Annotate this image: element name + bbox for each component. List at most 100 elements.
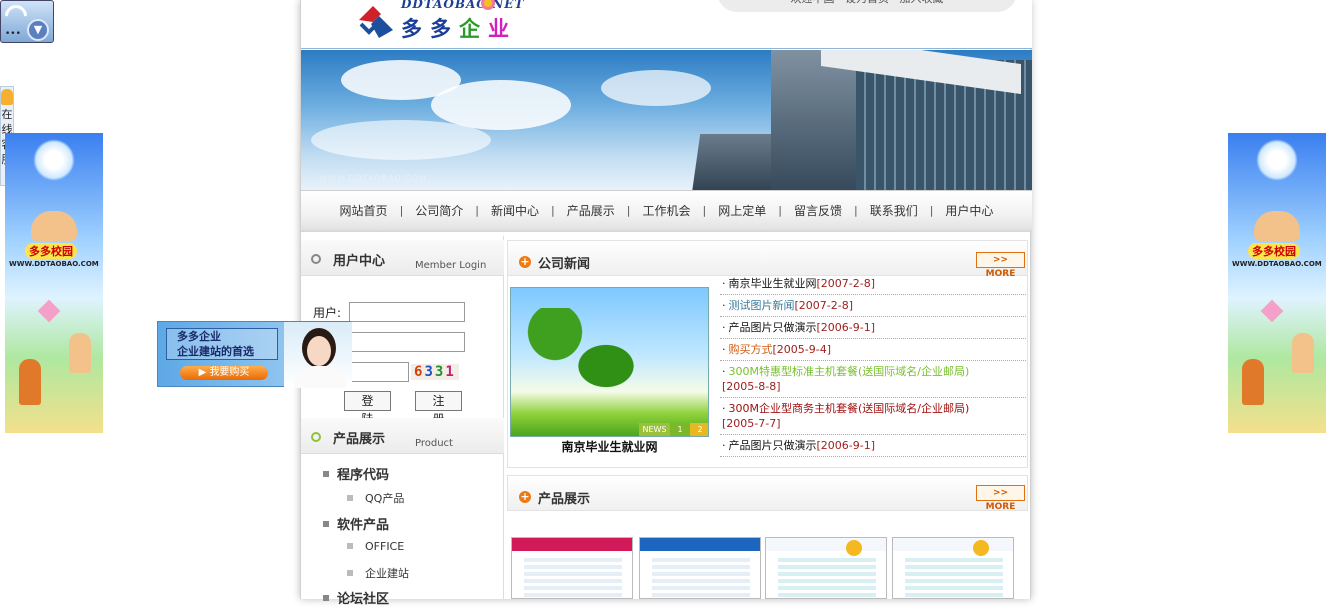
product-thumbnail[interactable] xyxy=(511,537,633,599)
side-ad-title: 多多校园 xyxy=(1248,243,1300,259)
category-item[interactable]: 程序代码 xyxy=(323,464,389,483)
float-ad-line1: 多多企业 xyxy=(177,330,221,343)
subcategory-item[interactable]: 企业建站 xyxy=(347,565,409,581)
sunflower-icon xyxy=(973,540,989,556)
nav-item-order[interactable]: 网上定单 xyxy=(706,202,778,219)
buy-now-label: 我要购买 xyxy=(209,367,250,378)
username-label: 用户: xyxy=(313,306,342,320)
product-thumbnail[interactable] xyxy=(765,537,887,599)
cloud-shape xyxy=(431,80,571,130)
sun-icon xyxy=(33,139,75,181)
network-widget[interactable]: ▼ ••• xyxy=(0,0,54,43)
logo-char: 多 xyxy=(430,16,459,41)
product-thumbnail[interactable] xyxy=(639,537,761,599)
kid-character-image xyxy=(69,333,91,373)
company-news-title: 公司新闻 xyxy=(538,257,591,272)
logo-text-cn[interactable]: 多多企业 xyxy=(401,13,517,43)
cloud-shape xyxy=(601,70,711,106)
product-show-header: + 产品展示 >> MORE xyxy=(507,475,1028,512)
building-image xyxy=(691,134,781,190)
product-menu-header: 产品展示 Product xyxy=(301,418,504,454)
password-input[interactable] xyxy=(349,332,465,352)
thumb-content xyxy=(524,558,622,598)
side-ad-title: 多多校园 xyxy=(25,243,77,259)
user-center-header: 用户中心 Member Login xyxy=(301,240,504,276)
site-header: DDTAOBAO.NET 多多企业 欢迎中国 · 设为首页 · 加入收藏 xyxy=(301,0,1032,49)
logo-text-en[interactable]: DDTAOBAO.NET xyxy=(401,0,524,11)
plus-icon: + xyxy=(519,255,531,268)
captcha-input[interactable] xyxy=(349,362,409,382)
banner-url: WWW.DDTAOBAO.COM xyxy=(319,174,427,183)
float-ad-line2: 企业建站的首选 xyxy=(177,345,254,358)
kite-image xyxy=(37,299,61,323)
kefu-char: 在 xyxy=(1,108,13,121)
cloud-shape xyxy=(311,120,491,160)
logo-icon[interactable] xyxy=(355,0,397,40)
nav-item-about[interactable]: 公司简介 xyxy=(403,202,475,219)
nav-item-feedback[interactable]: 留言反馈 xyxy=(782,202,854,219)
thumb-content xyxy=(778,558,876,598)
left-sidebar: 用户中心 Member Login 用户: 6331 登 陆 注 册 产品展示 … xyxy=(301,236,504,607)
dots-icon: ••• xyxy=(5,29,21,39)
logo-char: 企 xyxy=(459,16,488,41)
nav-item-jobs[interactable]: 工作机会 xyxy=(630,202,702,219)
category-item[interactable]: 论坛社区 xyxy=(323,588,389,607)
subcategory-item[interactable]: OFFICE xyxy=(347,540,404,553)
header-banner: WWW.DDTAOBAO.COM xyxy=(301,50,1032,190)
news-box-border xyxy=(507,276,1028,468)
thumb-content xyxy=(652,558,750,598)
captcha-char: 1 xyxy=(445,364,456,380)
face-shape xyxy=(307,336,331,366)
circle-icon xyxy=(311,254,321,264)
nav-item-news[interactable]: 新闻中心 xyxy=(479,202,551,219)
main-nav: 网站首页 | 公司简介 | 新闻中心 | 产品展示 | 工作机会 | 网上定单 | 留言反馈… xyxy=(301,190,1032,232)
logo-char: 业 xyxy=(488,16,517,41)
circle-icon xyxy=(311,432,321,442)
company-news-header: + 公司新闻 >> MORE xyxy=(507,240,1028,279)
login-button[interactable]: 登 陆 xyxy=(344,391,391,426)
girl-portrait-image xyxy=(284,322,352,388)
right-side-ad[interactable]: 多多校园 WWW.DDTAOBAO.COM xyxy=(1228,133,1326,433)
more-button[interactable]: >> MORE xyxy=(976,485,1025,512)
product-thumbnail[interactable] xyxy=(892,537,1014,599)
register-button[interactable]: 注 册 xyxy=(415,391,462,426)
kid-character-image xyxy=(1242,359,1264,405)
floating-ad[interactable]: 多多企业 企业建站的首选 ▶ 我要购买 xyxy=(157,321,352,388)
username-input[interactable] xyxy=(349,302,465,322)
chevron-down-icon[interactable]: ▼ xyxy=(27,19,49,41)
nav-item-contact[interactable]: 联系我们 xyxy=(858,202,930,219)
sweater-shape xyxy=(294,366,346,388)
kite-image xyxy=(1260,299,1284,323)
product-menu-title: 产品展示 xyxy=(333,432,386,447)
kid-character-image xyxy=(19,359,41,405)
kid-character-image xyxy=(1292,333,1314,373)
user-center-subtitle: Member Login xyxy=(415,260,487,271)
header-links[interactable]: 欢迎中国 · 设为首页 · 加入收藏 xyxy=(717,0,1017,12)
sunflower-icon xyxy=(846,540,862,556)
category-item[interactable]: 软件产品 xyxy=(323,514,389,533)
product-menu-subtitle: Product xyxy=(415,438,453,449)
float-ad-text-box: 多多企业 企业建站的首选 xyxy=(166,328,278,360)
kefu-avatar-icon xyxy=(1,89,13,105)
building-image xyxy=(771,50,861,190)
page-container: DDTAOBAO.NET 多多企业 欢迎中国 · 设为首页 · 加入收藏 WWW… xyxy=(300,0,1032,607)
captcha-char: 3 xyxy=(424,364,435,380)
product-show-title: 产品展示 xyxy=(538,492,591,507)
nav-item-user-center[interactable]: 用户中心 xyxy=(933,202,1005,219)
nav-item-products[interactable]: 产品展示 xyxy=(555,202,627,219)
user-center-title: 用户中心 xyxy=(333,254,386,269)
captcha-image: 6331 xyxy=(411,364,459,380)
captcha-char: 6 xyxy=(414,364,425,380)
arrow-icon: ▶ xyxy=(198,367,210,378)
thumb-content xyxy=(905,558,1003,598)
more-button[interactable]: >> MORE xyxy=(976,252,1025,279)
side-ad-url: WWW.DDTAOBAO.COM xyxy=(1232,260,1322,268)
logo-char: 多 xyxy=(401,16,430,41)
nav-item-home[interactable]: 网站首页 xyxy=(328,202,400,219)
side-ad-url: WWW.DDTAOBAO.COM xyxy=(9,260,99,268)
plus-icon: + xyxy=(519,490,531,503)
buy-now-button[interactable]: ▶ 我要购买 xyxy=(180,366,268,380)
kids-image xyxy=(1254,211,1300,241)
left-side-ad[interactable]: 多多校园 WWW.DDTAOBAO.COM xyxy=(5,133,103,433)
subcategory-item[interactable]: QQ产品 xyxy=(347,490,404,506)
